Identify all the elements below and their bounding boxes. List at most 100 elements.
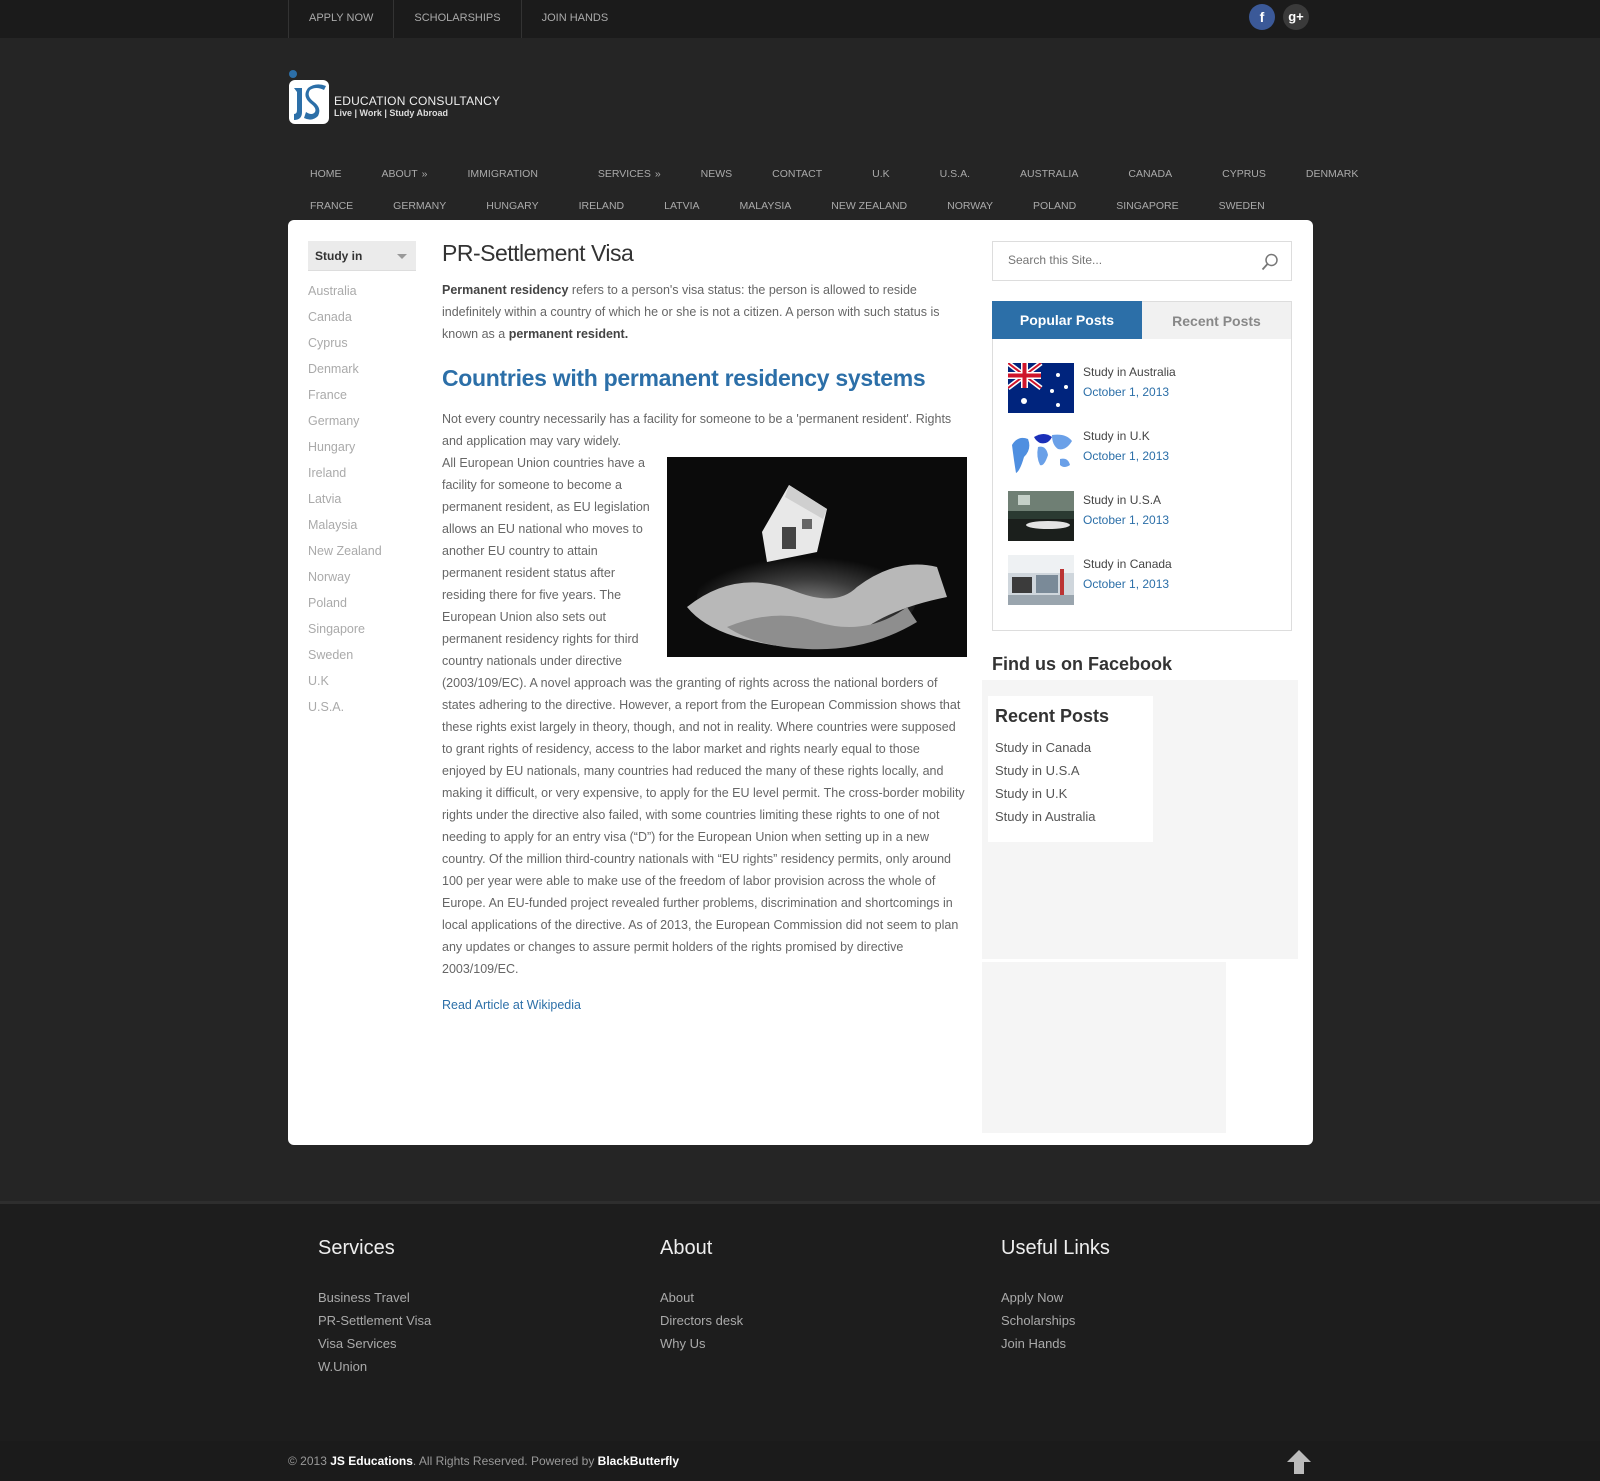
post-date[interactable]: October 1, 2013 [1083,577,1169,591]
post-date[interactable]: October 1, 2013 [1083,385,1169,399]
tab-popular-posts[interactable]: Popular Posts [992,301,1142,339]
country-link[interactable]: Denmark [308,361,382,387]
recent-post-link[interactable]: Study in Canada [995,740,1095,763]
country-link[interactable]: Canada [308,309,382,335]
footer-link[interactable]: Join Hands [1001,1336,1110,1359]
popular-post[interactable]: Study in Australia October 1, 2013 [1008,363,1278,415]
footer-about: About About Directors desk Why Us [660,1237,743,1359]
country-link[interactable]: Ireland [308,465,382,491]
post-title[interactable]: Study in Canada [1083,557,1172,571]
topnav-join-hands[interactable]: JOIN HANDS [520,0,629,38]
footer-link[interactable]: Business Travel [318,1290,431,1313]
study-in-dropdown[interactable]: Study in [308,241,416,271]
country-link[interactable]: Malaysia [308,517,382,543]
footer-link[interactable]: Why Us [660,1336,743,1359]
popular-post[interactable]: Study in U.K October 1, 2013 [1008,427,1278,479]
country-link[interactable]: Latvia [308,491,382,517]
tab-recent-posts[interactable]: Recent Posts [1142,301,1292,339]
nav-news[interactable]: NEWS [681,168,753,180]
country-link[interactable]: New Zealand [308,543,382,569]
nav-hungary[interactable]: HUNGARY [466,200,558,212]
footer-link[interactable]: PR-Settlement Visa [318,1313,431,1336]
recent-post-link[interactable]: Study in U.K [995,786,1095,809]
popular-post[interactable]: Study in Canada October 1, 2013 [1008,555,1278,607]
brand-link[interactable]: JS Educations [330,1454,413,1468]
nav-australia[interactable]: AUSTRALIA [1000,168,1108,180]
read-article-link[interactable]: Read Article at Wikipedia [442,998,967,1012]
country-link[interactable]: Cyprus [308,335,382,361]
country-link[interactable]: U.K [308,673,382,699]
nav-singapore[interactable]: SINGAPORE [1096,200,1198,212]
nav-home[interactable]: HOME [290,168,362,180]
facebook-heading: Find us on Facebook [992,654,1173,674]
popular-post[interactable]: Study in U.S.A October 1, 2013 [1008,491,1278,543]
nav-uk[interactable]: U.K [852,168,920,180]
search-input[interactable] [1008,253,1248,267]
logo-tagline: Live | Work | Study Abroad [334,108,449,118]
country-link[interactable]: Hungary [308,439,382,465]
country-link[interactable]: Singapore [308,621,382,647]
nav-canada[interactable]: CANADA [1108,168,1202,180]
topnav-scholarships[interactable]: SCHOLARSHIPS [393,0,520,38]
facebook-icon[interactable]: f [1249,4,1275,30]
top-nav: APPLY NOW SCHOLARSHIPS JOIN HANDS [288,0,628,38]
bottom-bar: © 2013 JS Educations. All Rights Reserve… [0,1441,1600,1481]
country-link[interactable]: U.S.A. [308,699,382,725]
footer-link[interactable]: Visa Services [318,1336,431,1359]
nav-norway[interactable]: NORWAY [927,200,1013,212]
nav-poland[interactable]: POLAND [1013,200,1096,212]
nav-new-zealand[interactable]: NEW ZEALAND [811,200,927,212]
nav-sweden[interactable]: SWEDEN [1199,200,1285,212]
search-icon[interactable] [1261,253,1279,271]
country-link[interactable]: Poland [308,595,382,621]
nav-latvia[interactable]: LATVIA [644,200,719,212]
hands-house-photo [667,457,967,657]
footer-link[interactable]: W.Union [318,1359,431,1382]
footer: Services Business Travel PR-Settlement V… [0,1201,1600,1441]
country-link[interactable]: Germany [308,413,382,439]
nav-ireland[interactable]: IRELAND [559,200,645,212]
post-date[interactable]: October 1, 2013 [1083,449,1169,463]
post-title[interactable]: Study in U.K [1083,429,1150,443]
nav-germany[interactable]: GERMANY [373,200,466,212]
canada-study-thumbnail [1008,555,1074,605]
recent-posts-heading: Recent Posts [995,706,1110,726]
ad-placeholder [982,962,1226,1133]
footer-link[interactable]: Apply Now [1001,1290,1110,1313]
nav-usa[interactable]: U.S.A. [920,168,1000,180]
js-logo-icon [289,70,329,124]
post-title[interactable]: Study in U.S.A [1083,493,1161,507]
post-date[interactable]: October 1, 2013 [1083,513,1169,527]
country-link[interactable]: Australia [308,283,382,309]
country-link[interactable]: Norway [308,569,382,595]
country-link[interactable]: France [308,387,382,413]
googleplus-icon[interactable]: g+ [1283,4,1309,30]
footer-link[interactable]: About [660,1290,743,1313]
footer-heading: Services [318,1237,395,1259]
site-logo[interactable]: EDUCATION CONSULTANCY Live | Work | Stud… [288,70,508,126]
logo-title: EDUCATION CONSULTANCY [334,94,501,108]
nav-malaysia[interactable]: MALAYSIA [720,200,812,212]
post-title[interactable]: Study in Australia [1083,365,1176,379]
country-list: Australia Canada Cyprus Denmark France G… [308,283,382,725]
nav-denmark[interactable]: DENMARK [1286,168,1379,180]
main-nav: HOME ABOUT» IMMIGRATION SERVICES» NEWS C… [290,158,1358,222]
topnav-apply-now[interactable]: APPLY NOW [288,0,393,38]
powered-by-link[interactable]: BlackButterfly [598,1454,679,1468]
recent-post-link[interactable]: Study in Australia [995,809,1095,832]
nav-contact[interactable]: CONTACT [752,168,852,180]
country-link[interactable]: Sweden [308,647,382,673]
nav-france[interactable]: FRANCE [290,200,373,212]
nav-immigration[interactable]: IMMIGRATION [448,168,578,180]
recent-post-link[interactable]: Study in U.S.A [995,763,1095,786]
copyright: © 2013 JS Educations. All Rights Reserve… [288,1454,680,1468]
recent-posts-widget: Recent Posts Study in Canada Study in U.… [988,696,1153,842]
back-to-top-icon[interactable] [1286,1449,1312,1475]
footer-heading: Useful Links [1001,1237,1110,1259]
footer-link[interactable]: Directors desk [660,1313,743,1336]
search-box [992,241,1292,281]
nav-cyprus[interactable]: CYPRUS [1202,168,1286,180]
footer-link[interactable]: Scholarships [1001,1313,1110,1336]
nav-about[interactable]: ABOUT» [362,168,448,180]
nav-services[interactable]: SERVICES» [578,168,681,180]
